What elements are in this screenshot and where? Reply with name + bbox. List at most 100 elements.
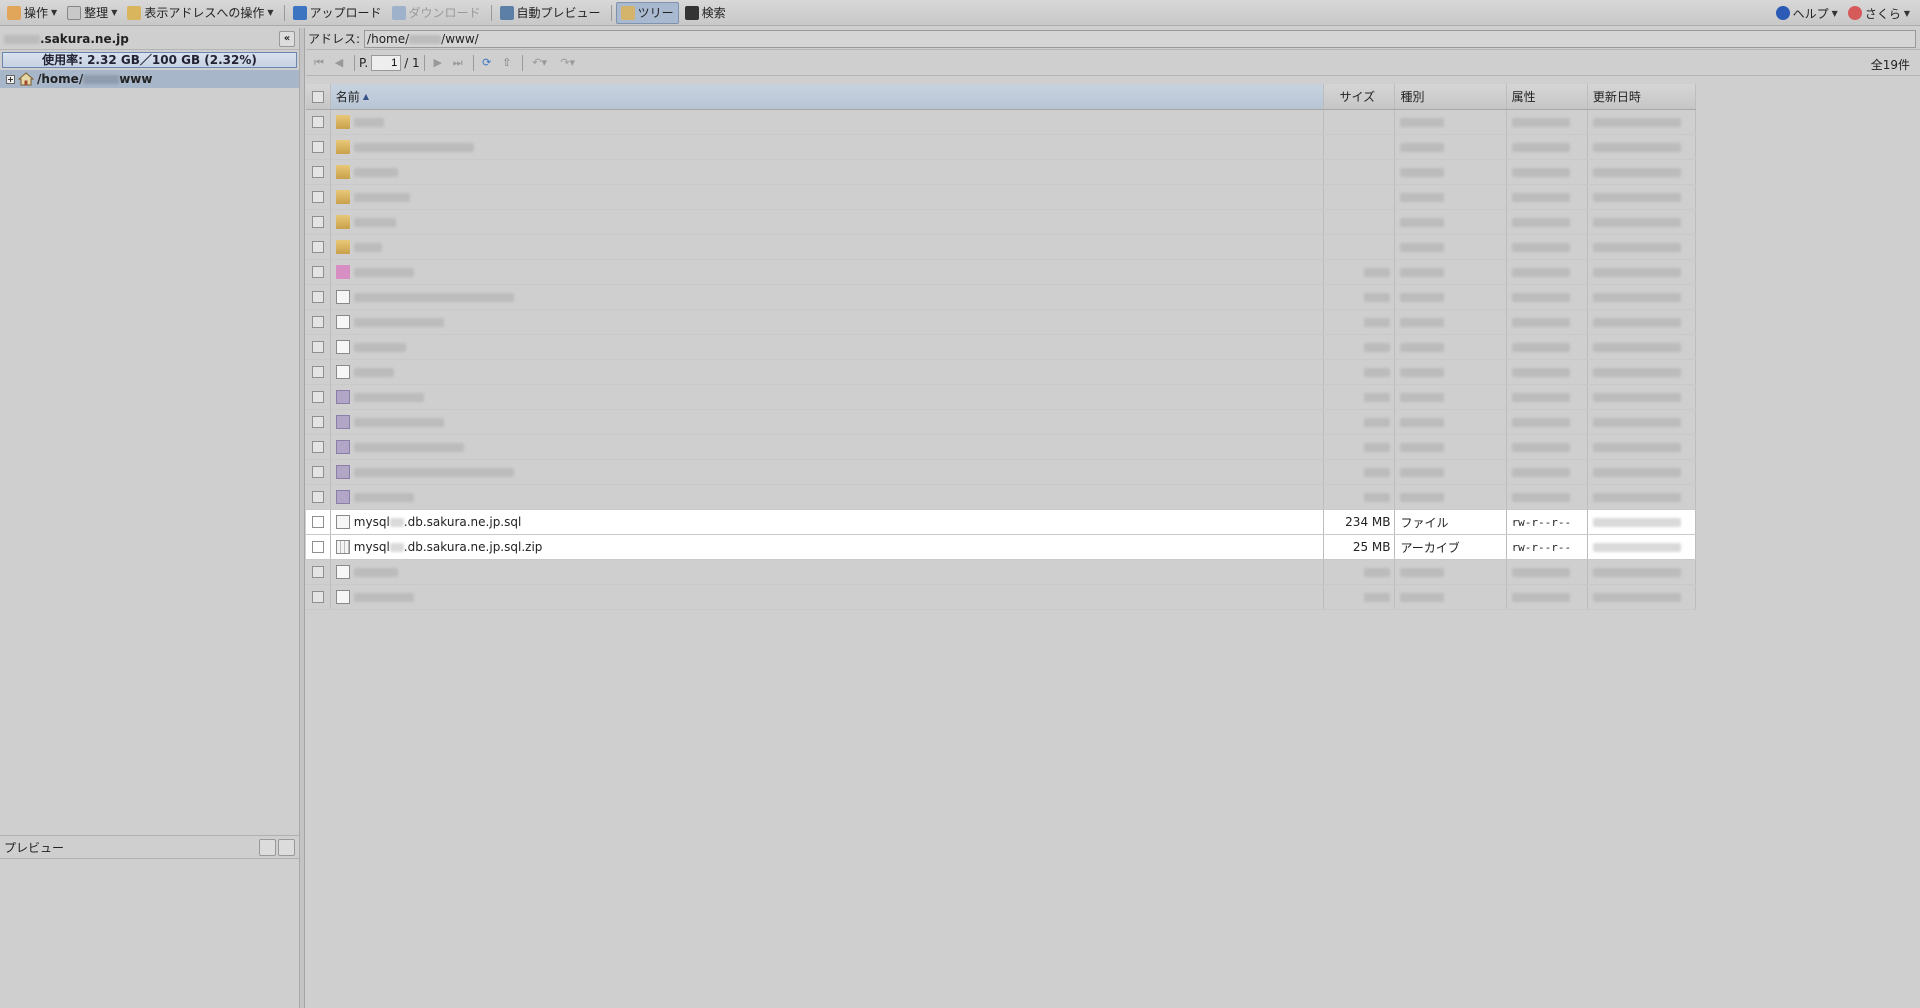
checkbox-box [311,316,324,328]
row-checkbox[interactable] [306,566,330,578]
collapse-panel-button[interactable]: « [279,30,295,47]
date-cell [1586,385,1696,409]
tree-toggle-button[interactable]: ツリー [615,1,679,24]
table-row[interactable]: mysql .db.sakura.ne.jp.sql.zip 25 MB アーカイブ r… [306,535,1696,560]
forward-icon[interactable]: ↷▾ [555,54,581,72]
select-all-checkbox[interactable] [306,90,330,103]
column-header-type[interactable]: 種別 [1394,84,1505,109]
table-row[interactable] [306,335,1696,360]
panel-splitter[interactable] [300,28,305,1008]
table-row[interactable] [306,260,1696,285]
attr-cell [1505,485,1587,509]
attr-cell [1505,560,1587,584]
name-cell [329,160,1323,184]
row-checkbox[interactable] [306,366,330,378]
row-checkbox[interactable] [306,241,330,253]
row-checkbox[interactable] [306,116,330,128]
table-row[interactable] [306,385,1696,410]
table-row[interactable] [306,485,1696,510]
type-cell [1394,435,1505,459]
upload-button[interactable]: アップロード [289,2,386,24]
row-checkbox[interactable] [306,341,330,353]
table-row[interactable] [306,410,1696,435]
name-cell: mysql .db.sakura.ne.jp.sql [329,510,1323,534]
table-row[interactable] [306,110,1696,135]
row-checkbox[interactable] [306,491,330,503]
checkbox-box [311,566,324,578]
file-icon [335,290,350,304]
first-page-icon[interactable]: ⏮ [310,54,328,72]
file-name: mysql .db.sakura.ne.jp.sql [354,515,522,529]
size-cell [1323,335,1394,359]
row-checkbox[interactable] [306,466,330,478]
table-row[interactable] [306,435,1696,460]
table-row[interactable] [306,560,1696,585]
table-row[interactable]: mysql .db.sakura.ne.jp.sql 234 MB ファイル rw-r-… [306,510,1696,535]
search-button[interactable]: 検索 [681,2,730,24]
table-row[interactable] [306,185,1696,210]
size-cell [1323,210,1394,234]
row-checkbox[interactable] [306,591,330,603]
tree-icon [620,5,635,20]
name-cell [329,485,1323,509]
print-icon[interactable] [278,839,295,856]
table-row[interactable] [306,360,1696,385]
operation-menu-button[interactable]: 操作 ▼ [3,2,61,24]
address-input[interactable]: /home/ /www/ [364,29,1916,48]
address-ops-menu-button[interactable]: 表示アドレスへの操作 ▼ [123,2,277,24]
last-page-icon[interactable]: ⏭ [449,54,467,72]
date-cell [1586,435,1696,459]
table-row[interactable] [306,460,1696,485]
date-cell [1586,285,1696,309]
row-checkbox[interactable] [306,441,330,453]
organize-menu-button[interactable]: 整理 ▼ [63,2,121,24]
row-checkbox[interactable] [306,266,330,278]
row-checkbox[interactable] [306,291,330,303]
column-header-date[interactable]: 更新日時 [1586,84,1696,109]
column-header-size[interactable]: サイズ [1323,84,1394,109]
next-page-icon[interactable]: ▶ [429,54,447,72]
row-checkbox[interactable] [306,416,330,428]
row-checkbox[interactable] [306,166,330,178]
table-row[interactable] [306,135,1696,160]
name-cell [329,210,1323,234]
checkbox-box [311,591,324,603]
row-checkbox[interactable] [306,316,330,328]
table-row[interactable] [306,310,1696,335]
row-checkbox[interactable] [306,191,330,203]
user-menu-button[interactable]: さくら ▼ [1844,2,1914,24]
table-row[interactable] [306,585,1696,610]
page-label: P. [359,55,369,70]
row-checkbox[interactable] [306,391,330,403]
help-menu-button[interactable]: ヘルプ ▼ [1772,2,1842,24]
name-header-label: 名前 [335,90,360,104]
parent-folder-icon[interactable]: ⇧ [498,54,516,72]
size-cell [1323,360,1394,384]
tree-item-root[interactable]: + /home/www [0,70,299,88]
checkbox-box [311,166,324,178]
column-header-attr[interactable]: 属性 [1505,84,1587,109]
checkbox-box [311,266,324,278]
row-checkbox[interactable] [306,516,330,528]
column-header-name[interactable]: 名前 ▲ [329,84,1324,109]
row-checkbox[interactable] [306,541,330,553]
table-row[interactable] [306,210,1696,235]
row-checkbox[interactable] [306,141,330,153]
size-cell [1323,160,1394,184]
grid-header: 名前 ▲ サイズ 種別 属性 更新日時 [306,84,1696,110]
checkbox-box [311,241,324,253]
table-row[interactable] [306,160,1696,185]
auto-preview-label: 自動プレビュー [516,6,601,20]
expand-icon[interactable]: + [6,74,15,84]
table-row[interactable] [306,285,1696,310]
download-button[interactable]: ダウンロード [388,2,485,24]
back-icon[interactable]: ↶▾ [527,54,553,72]
edit-icon[interactable] [259,839,276,856]
refresh-icon[interactable]: ⟳ [478,54,496,72]
attr-cell [1505,360,1587,384]
page-number-input[interactable] [371,54,402,71]
table-row[interactable] [306,235,1696,260]
row-checkbox[interactable] [306,216,330,228]
auto-preview-button[interactable]: 自動プレビュー [496,2,605,24]
prev-page-icon[interactable]: ◀ [330,54,348,72]
